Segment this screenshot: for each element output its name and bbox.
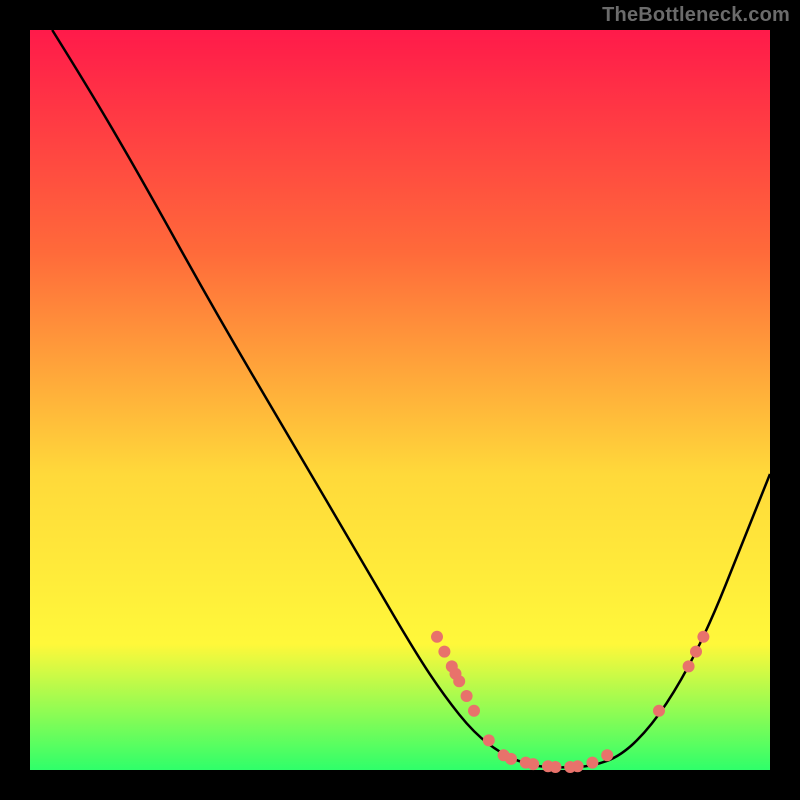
- data-marker: [572, 760, 584, 772]
- data-marker: [601, 749, 613, 761]
- chart-container: { "watermark": "TheBottleneck.com", "cha…: [0, 0, 800, 800]
- data-marker: [527, 758, 539, 770]
- data-marker: [586, 757, 598, 769]
- data-marker: [690, 646, 702, 658]
- data-marker: [431, 631, 443, 643]
- data-marker: [549, 761, 561, 773]
- data-marker: [453, 675, 465, 687]
- bottleneck-chart: [0, 0, 800, 800]
- data-marker: [461, 690, 473, 702]
- data-marker: [468, 705, 480, 717]
- data-marker: [683, 660, 695, 672]
- plot-background: [30, 30, 770, 770]
- data-marker: [438, 646, 450, 658]
- data-marker: [483, 734, 495, 746]
- data-marker: [505, 753, 517, 765]
- watermark-text: TheBottleneck.com: [602, 4, 790, 27]
- data-marker: [653, 705, 665, 717]
- data-marker: [697, 631, 709, 643]
